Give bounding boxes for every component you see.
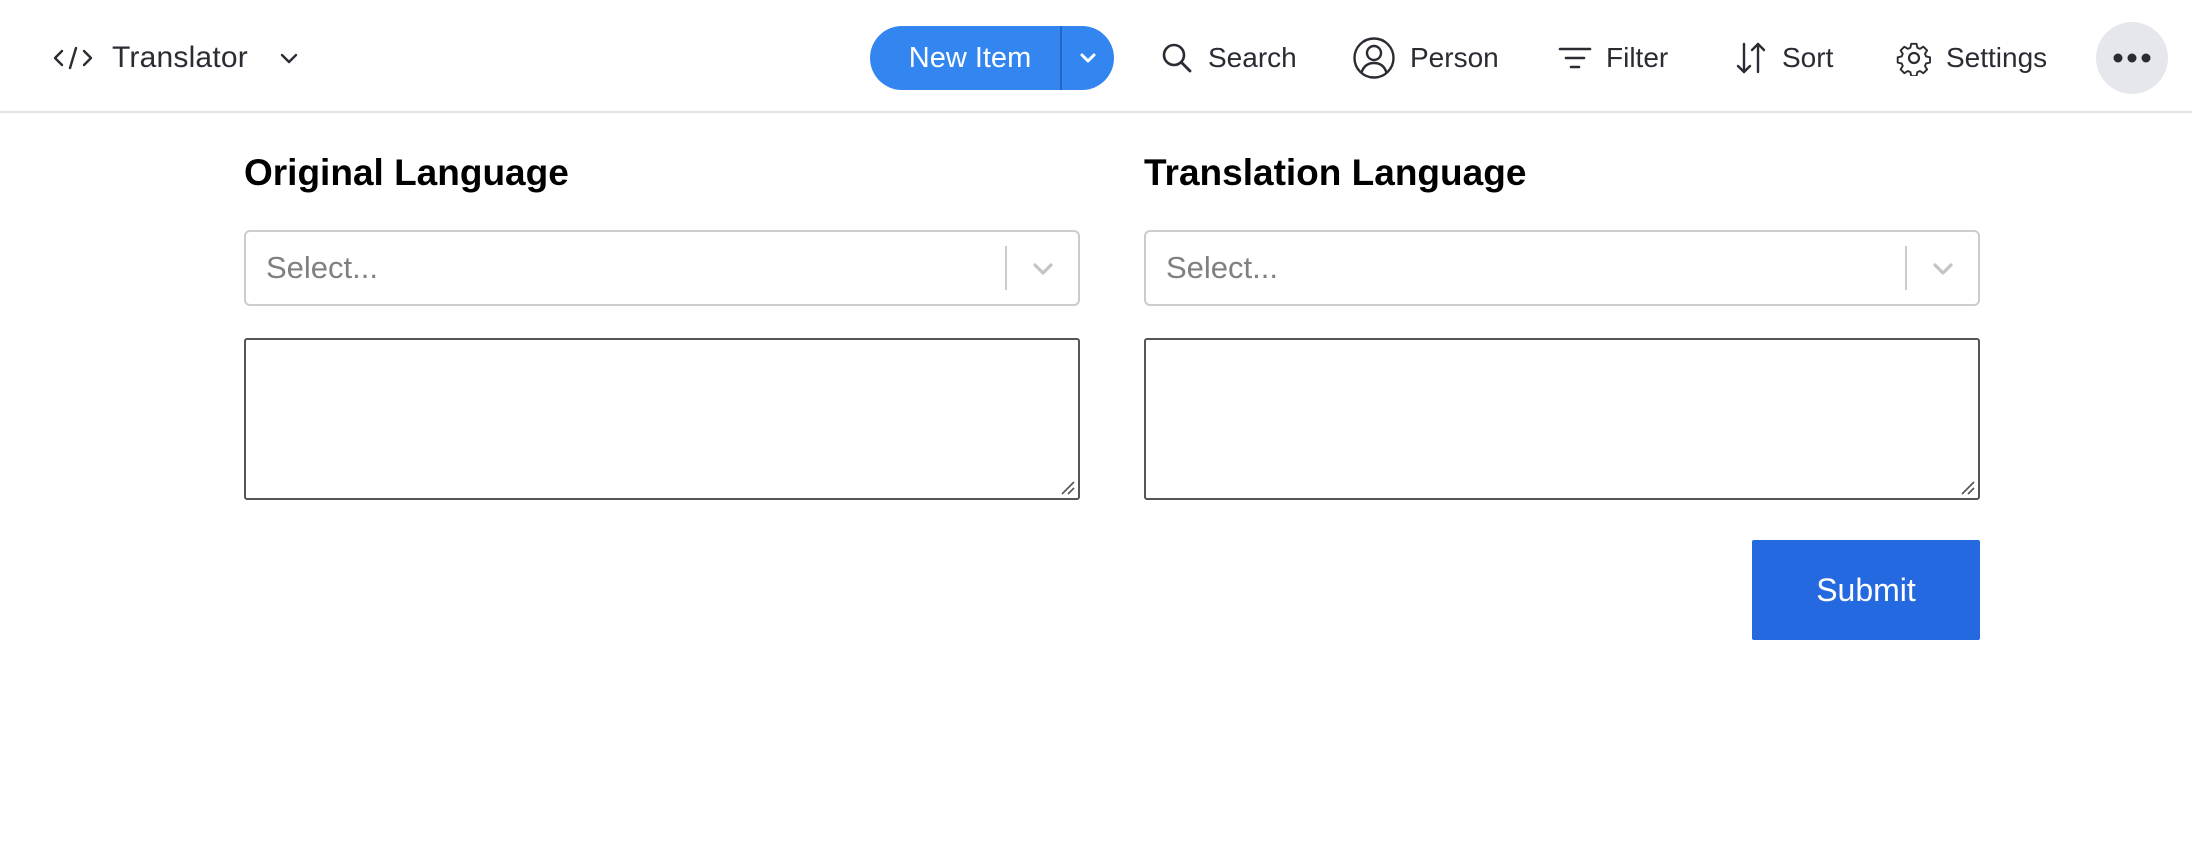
more-options-button[interactable] (2096, 22, 2168, 94)
filter-label: Filter (1606, 42, 1669, 73)
gear-icon (1896, 42, 1931, 76)
person-label: Person (1410, 42, 1499, 73)
chevron-down-icon[interactable] (1028, 254, 1058, 284)
select-placeholder: Select... (266, 250, 378, 285)
original-language-heading: Original Language (244, 152, 569, 193)
original-language-panel: Original Language Select... (244, 150, 1080, 500)
chevron-down-icon[interactable] (1928, 254, 1958, 284)
original-language-select[interactable]: Select... (244, 230, 1080, 306)
chevron-down-icon (1080, 53, 1096, 63)
filter-icon (1558, 47, 1592, 69)
chevron-down-icon (280, 53, 298, 64)
new-item-button-group: New Item (870, 26, 1114, 90)
original-text-area[interactable] (244, 338, 1080, 500)
new-item-button[interactable]: New Item (870, 26, 1060, 90)
top-bar: Translator New Item Search Person Filter… (0, 0, 2192, 113)
new-item-dropdown-button[interactable] (1060, 26, 1114, 90)
select-separator (1905, 246, 1907, 290)
translation-language-select[interactable]: Select... (1144, 230, 1980, 306)
settings-button[interactable]: Settings (1896, 26, 2047, 90)
code-icon (53, 46, 93, 70)
submit-button[interactable]: Submit (1752, 540, 1980, 640)
more-horizontal-icon (2113, 53, 2151, 63)
resize-handle-icon[interactable] (1959, 479, 1975, 495)
sort-icon (1736, 42, 1766, 74)
select-placeholder: Select... (1166, 250, 1278, 285)
select-separator (1005, 246, 1007, 290)
filter-button[interactable]: Filter (1558, 26, 1668, 90)
app-title: Translator (112, 41, 248, 74)
person-button[interactable]: Person (1352, 26, 1499, 90)
sort-label: Sort (1782, 42, 1834, 73)
search-label: Search (1208, 42, 1297, 73)
person-icon (1353, 37, 1395, 79)
search-button[interactable]: Search (1160, 26, 1297, 90)
search-icon (1162, 43, 1192, 73)
sort-button[interactable]: Sort (1734, 26, 1833, 90)
translation-language-heading: Translation Language (1144, 152, 1527, 193)
translation-language-panel: Translation Language Select... (1144, 150, 1980, 500)
resize-handle-icon[interactable] (1059, 479, 1075, 495)
settings-label: Settings (1946, 42, 2048, 73)
translation-text-area[interactable] (1144, 338, 1980, 500)
app-switcher[interactable]: Translator (52, 30, 302, 86)
